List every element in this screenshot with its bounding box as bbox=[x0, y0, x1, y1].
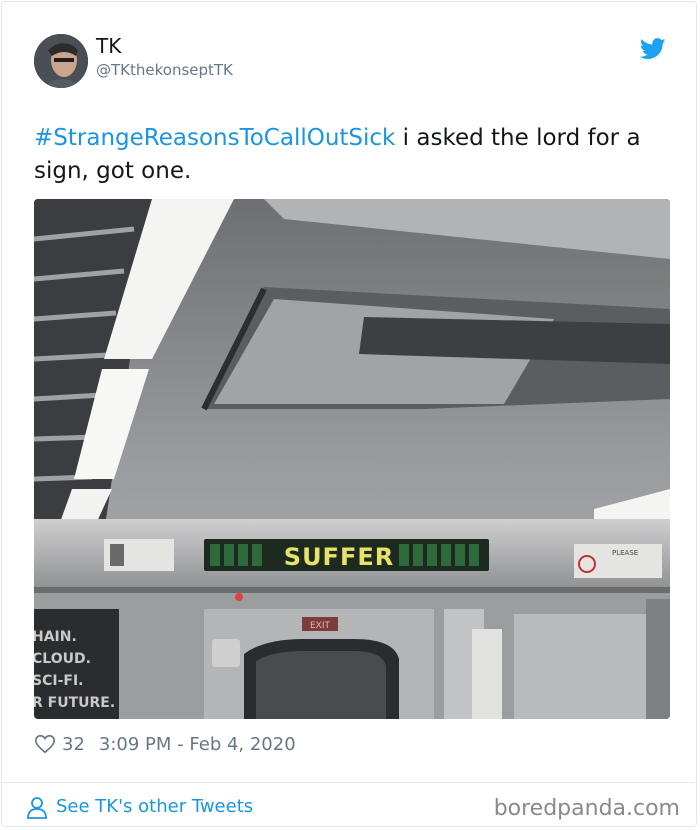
hashtag-link[interactable]: #StrangeReasonsToCallOutSick bbox=[34, 125, 395, 151]
poster-line-3: SCI-FI. bbox=[34, 673, 83, 689]
footer-divider bbox=[3, 782, 695, 783]
tweet-text: #StrangeReasonsToCallOutSick i asked the… bbox=[34, 122, 674, 188]
tweet-footer: See TK's other Tweets boredpanda.com bbox=[26, 792, 680, 824]
timestamp[interactable]: 3:09 PM - Feb 4, 2020 bbox=[99, 734, 296, 755]
boredpanda-watermark: boredpanda.com bbox=[493, 796, 680, 821]
sign-text: SUFFER bbox=[284, 543, 394, 571]
like-count: 32 bbox=[62, 733, 85, 755]
heart-icon[interactable] bbox=[34, 733, 56, 755]
please-sign-text: PLEASE bbox=[612, 549, 638, 557]
avatar[interactable] bbox=[34, 34, 88, 88]
tweet-header: TK @TKthekonseptTK bbox=[34, 34, 666, 90]
exit-sign-text: EXIT bbox=[310, 621, 331, 631]
tweet-meta: 32 3:09 PM - Feb 4, 2020 bbox=[34, 730, 296, 758]
poster-line-2: CLOUD. bbox=[34, 651, 91, 667]
tweet-card: TK @TKthekonseptTK #StrangeReasonsToCall… bbox=[1, 1, 697, 827]
tweet-photo[interactable]: SUFFER PLEASE HAIN. CLOUD. SCI-FI. R FUT… bbox=[34, 199, 670, 719]
twitter-bird-icon[interactable] bbox=[639, 38, 666, 60]
poster-line-1: HAIN. bbox=[34, 629, 77, 645]
user-name[interactable]: TK bbox=[96, 34, 121, 58]
see-other-tweets-link[interactable]: See TK's other Tweets bbox=[56, 796, 253, 818]
user-handle[interactable]: @TKthekonseptTK bbox=[96, 60, 233, 80]
person-icon bbox=[27, 797, 47, 819]
poster-line-4: R FUTURE. bbox=[34, 695, 115, 711]
